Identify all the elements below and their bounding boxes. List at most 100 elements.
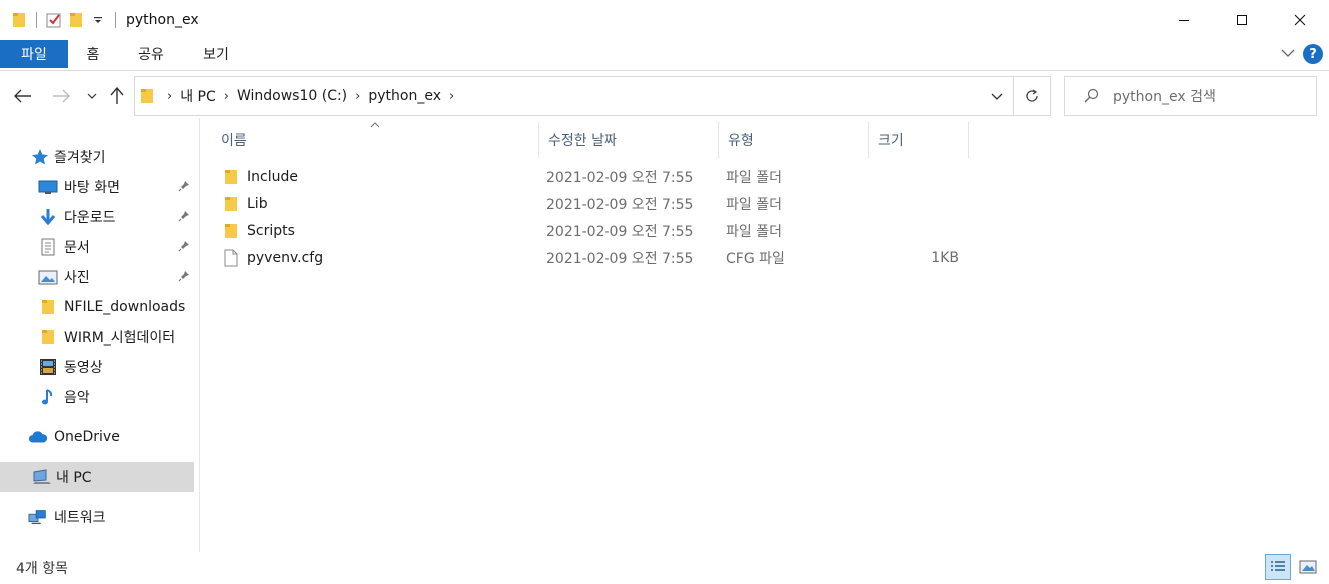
nav-item-music[interactable]: 음악 — [0, 382, 194, 412]
toolbar-separator — [36, 12, 37, 28]
cloud-icon — [28, 427, 48, 447]
breadcrumb-chevron-icon[interactable]: › — [449, 89, 454, 104]
file-name: Scripts — [247, 222, 295, 239]
new-folder-icon[interactable] — [65, 9, 87, 31]
nav-this-pc[interactable]: 내 PC — [0, 462, 194, 492]
nav-item-label: 음악 — [64, 390, 90, 406]
address-bar[interactable]: › 내 PC › Windows10 (C:) › python_ex › — [134, 76, 1014, 116]
column-header-row: 이름 수정한 날짜 유형 크기 — [212, 122, 972, 158]
tab-view[interactable]: 보기 — [184, 40, 248, 68]
search-box[interactable]: python_ex 검색 — [1064, 76, 1317, 116]
tab-file[interactable]: 파일 — [0, 40, 68, 68]
properties-icon[interactable] — [43, 9, 65, 31]
window-folder-icon — [8, 9, 30, 31]
search-icon — [1083, 88, 1099, 104]
column-header-size[interactable]: 크기 — [869, 122, 969, 158]
column-header-name[interactable]: 이름 — [212, 122, 539, 158]
up-button[interactable] — [106, 76, 128, 116]
view-toggle — [1265, 554, 1321, 580]
nav-item-documents[interactable]: 문서 — [0, 232, 194, 262]
table-row[interactable]: Lib 2021-02-09 오전 7:55 파일 폴더 — [212, 190, 972, 217]
nav-item-label: 바탕 화면 — [64, 180, 120, 196]
close-button[interactable] — [1271, 0, 1329, 40]
window-title: python_ex — [126, 12, 199, 28]
nav-item-label: 다운로드 — [64, 210, 116, 226]
file-name: Include — [247, 168, 298, 185]
nav-item-downloads[interactable]: 다운로드 — [0, 202, 194, 232]
help-button[interactable]: ? — [1303, 44, 1323, 64]
ribbon-divider — [0, 70, 1329, 71]
nav-onedrive-label: OneDrive — [54, 429, 120, 445]
tab-home[interactable]: 홈 — [68, 40, 118, 68]
details-view-button[interactable] — [1265, 554, 1291, 580]
column-header-type[interactable]: 유형 — [719, 122, 869, 158]
ribbon-tabs: 파일 홈 공유 보기 ? — [0, 40, 1329, 68]
download-icon — [38, 207, 58, 227]
pin-icon[interactable] — [178, 240, 190, 252]
music-icon — [38, 387, 58, 407]
star-icon — [30, 147, 50, 167]
nav-quick-access[interactable]: 즐겨찾기 — [0, 142, 194, 172]
maximize-button[interactable] — [1213, 0, 1271, 40]
pin-icon[interactable] — [178, 180, 190, 192]
recent-locations-button[interactable] — [84, 76, 100, 116]
pin-icon[interactable] — [178, 270, 190, 282]
address-dropdown-icon[interactable] — [991, 77, 1003, 117]
pin-icon[interactable] — [178, 210, 190, 222]
file-modified: 2021-02-09 오전 7:55 — [546, 250, 694, 267]
status-bar: 4개 항목 — [0, 552, 1329, 584]
window-controls — [1155, 0, 1329, 40]
breadcrumb-drive[interactable]: Windows10 (C:) — [237, 88, 347, 104]
nav-item-label: 사진 — [64, 270, 90, 286]
quick-access-toolbar — [0, 0, 122, 40]
breadcrumb-chevron-icon[interactable]: › — [355, 89, 360, 104]
breadcrumb-chevron-icon[interactable]: › — [167, 89, 172, 104]
nav-item-label: 동영상 — [64, 360, 103, 376]
item-count: 4개 항목 — [16, 561, 68, 577]
document-icon — [38, 237, 58, 257]
breadcrumb-current-folder[interactable]: python_ex — [368, 88, 441, 104]
folder-icon — [224, 169, 244, 185]
file-modified: 2021-02-09 오전 7:55 — [546, 196, 694, 213]
file-name: Lib — [247, 195, 268, 212]
tab-share[interactable]: 공유 — [118, 40, 184, 68]
back-button[interactable] — [10, 76, 36, 116]
nav-item-desktop[interactable]: 바탕 화면 — [0, 172, 194, 202]
minimize-button[interactable] — [1155, 0, 1213, 40]
file-name: pyvenv.cfg — [247, 249, 324, 266]
breadcrumb-this-pc[interactable]: 내 PC — [180, 86, 216, 106]
nav-item-label: WIRM_시험데이터 — [64, 330, 176, 346]
column-header-modified[interactable]: 수정한 날짜 — [539, 122, 719, 158]
nav-quick-access-label: 즐겨찾기 — [54, 150, 106, 166]
search-input[interactable]: python_ex 검색 — [1113, 86, 1216, 106]
nav-item-wirm-data[interactable]: WIRM_시험데이터 — [0, 322, 194, 352]
nav-onedrive[interactable]: OneDrive — [0, 422, 194, 452]
refresh-button[interactable] — [1013, 76, 1051, 116]
breadcrumb-chevron-icon[interactable]: › — [224, 89, 229, 104]
file-icon — [224, 249, 244, 267]
file-modified: 2021-02-09 오전 7:55 — [546, 223, 694, 240]
nav-item-videos[interactable]: 동영상 — [0, 352, 194, 382]
table-row[interactable]: pyvenv.cfg 2021-02-09 오전 7:55 CFG 파일 1KB — [212, 244, 972, 271]
file-type: 파일 폴더 — [726, 169, 782, 186]
file-type: CFG 파일 — [726, 250, 785, 267]
large-icons-view-button[interactable] — [1295, 554, 1321, 580]
pictures-icon — [38, 267, 58, 287]
folder-icon — [224, 196, 244, 212]
table-row[interactable]: Include 2021-02-09 오전 7:55 파일 폴더 — [212, 163, 972, 190]
nav-network[interactable]: 네트워크 — [0, 502, 194, 532]
table-row[interactable]: Scripts 2021-02-09 오전 7:55 파일 폴더 — [212, 217, 972, 244]
nav-item-pictures[interactable]: 사진 — [0, 262, 194, 292]
customize-toolbar-icon[interactable] — [87, 9, 109, 31]
nav-this-pc-label: 내 PC — [56, 470, 92, 486]
nav-network-label: 네트워크 — [54, 510, 106, 526]
forward-button[interactable] — [48, 76, 74, 116]
address-folder-icon — [141, 88, 153, 104]
folder-icon — [38, 297, 58, 317]
file-type: 파일 폴더 — [726, 196, 782, 213]
file-size: 1KB — [931, 249, 959, 266]
nav-item-nfile-downloads[interactable]: NFILE_downloads — [0, 292, 194, 322]
expand-ribbon-icon[interactable] — [1281, 46, 1295, 62]
nav-item-label: 문서 — [64, 240, 90, 256]
computer-icon — [32, 467, 52, 487]
